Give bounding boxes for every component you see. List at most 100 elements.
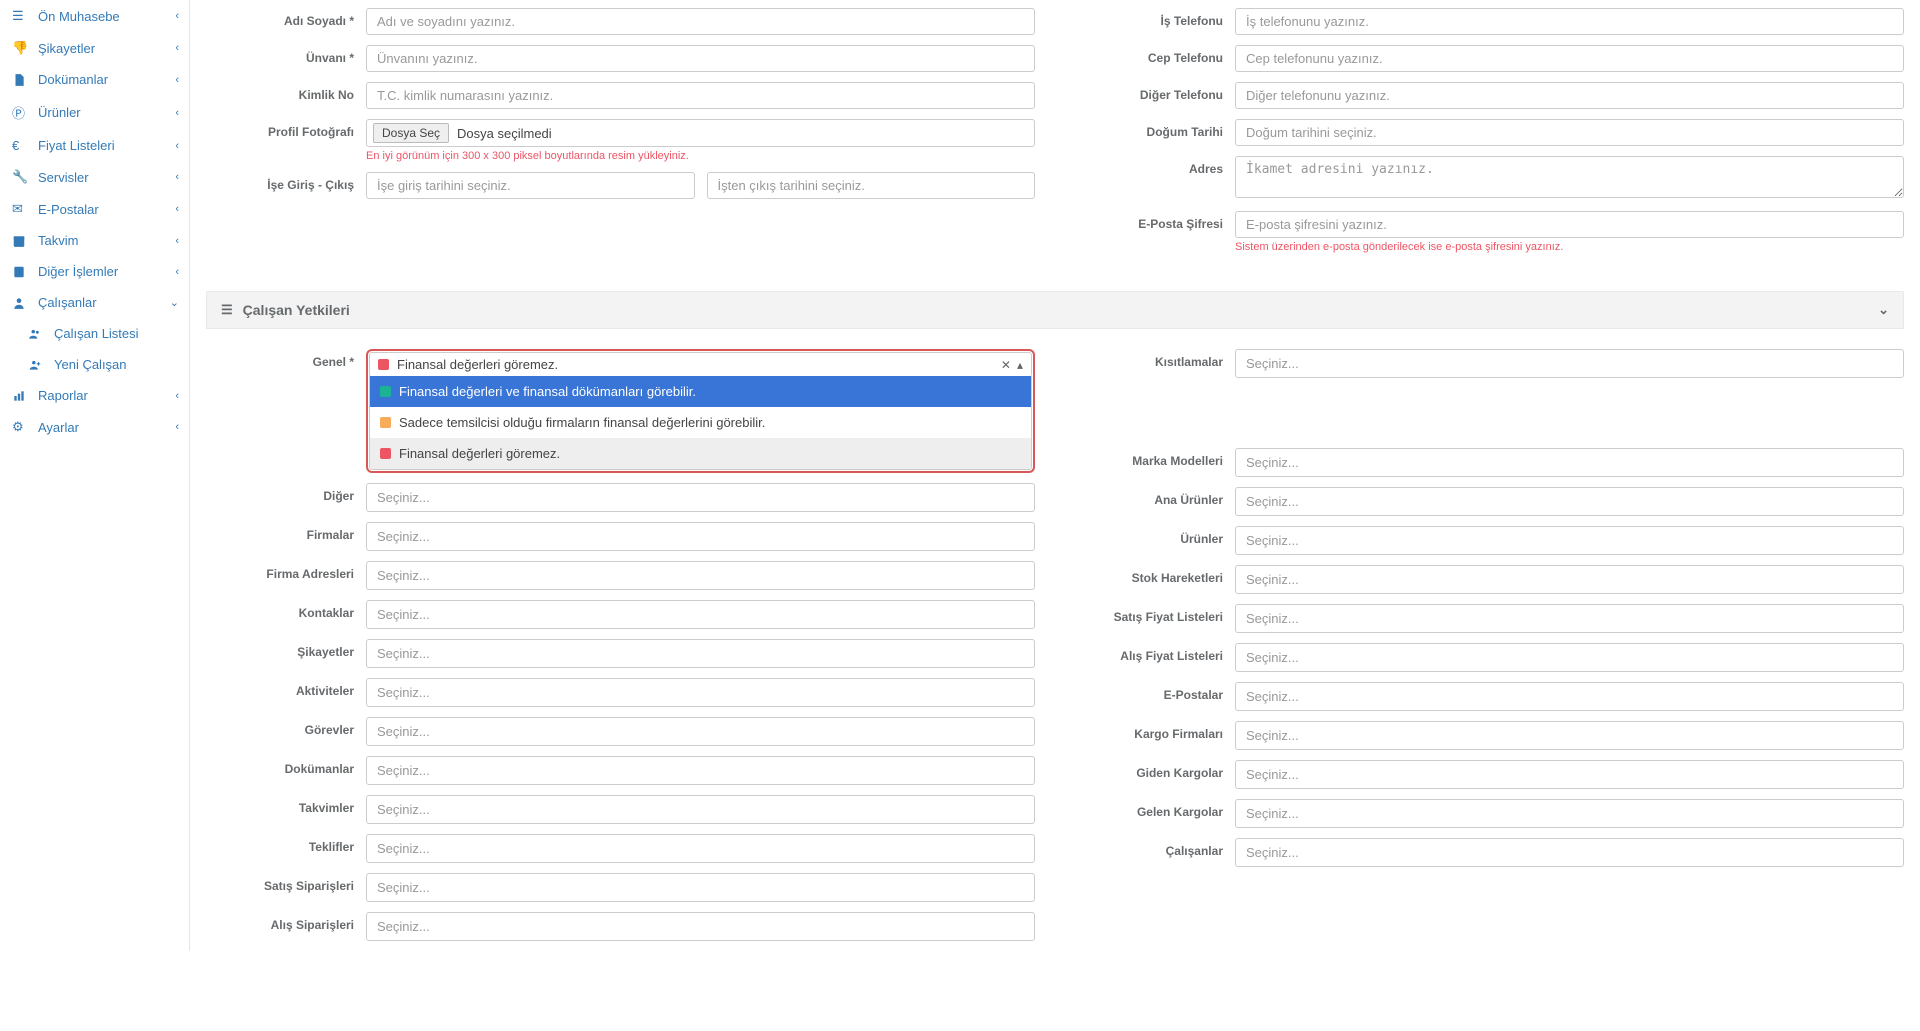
sidebar: ☰Ön Muhasebe‹ 👎Şikayetler‹ Dokümanlar ‹ Ⓟ…: [0, 0, 190, 951]
perm-select[interactable]: Seçiniz...: [1235, 448, 1904, 477]
perm-select[interactable]: Seçiniz...: [366, 600, 1035, 629]
perm-select[interactable]: Seçiniz...: [1235, 487, 1904, 516]
label-other: Diğer Telefonu: [1075, 82, 1235, 102]
input-title[interactable]: [366, 45, 1035, 72]
chevron-left-icon: ‹: [175, 171, 179, 183]
nav-label: Çalışanlar: [38, 295, 97, 310]
chevron-left-icon: ‹: [175, 42, 179, 54]
perm-label: Firmalar: [206, 522, 366, 542]
perm-select[interactable]: Seçiniz...: [366, 756, 1035, 785]
caret-up-icon[interactable]: ▴: [1017, 358, 1023, 372]
label-photo: Profil Fotoğrafı: [206, 119, 366, 139]
nav-diger-islemler[interactable]: Diğer İşlemler ‹: [0, 256, 189, 287]
nav-label: E-Postalar: [38, 202, 99, 217]
status-orange-icon: [380, 417, 391, 428]
input-fullname[interactable]: [366, 8, 1035, 35]
input-date-in[interactable]: [366, 172, 695, 199]
perm-select[interactable]: Seçiniz...: [1235, 721, 1904, 750]
file-choose-button[interactable]: Dosya Seç: [373, 123, 449, 143]
perm-select[interactable]: Seçiniz...: [1235, 682, 1904, 711]
file-status: Dosya seçilmedi: [457, 126, 552, 141]
input-idno[interactable]: [366, 82, 1035, 109]
genel-option-1[interactable]: Finansal değerleri ve finansal dökümanla…: [370, 376, 1031, 407]
perm-label: Alış Fiyat Listeleri: [1075, 643, 1235, 663]
perm-label: Satış Fiyat Listeleri: [1075, 604, 1235, 624]
chevron-left-icon: ‹: [175, 266, 179, 278]
perm-select[interactable]: Seçiniz...: [366, 795, 1035, 824]
genel-selected[interactable]: Finansal değerleri göremez. ✕ ▴: [369, 352, 1032, 377]
input-emailpw[interactable]: [1235, 211, 1904, 238]
perm-label: Aktiviteler: [206, 678, 366, 698]
perm-select[interactable]: Seçiniz...: [1235, 526, 1904, 555]
label-title: Ünvanı *: [206, 45, 366, 65]
file-picker[interactable]: Dosya Seç Dosya seçilmedi: [366, 119, 1035, 147]
label-mobile: Cep Telefonu: [1075, 45, 1235, 65]
nav-dokumanlar[interactable]: Dokümanlar ‹: [0, 64, 189, 95]
option-text: Sadece temsilcisi olduğu firmaların fina…: [399, 415, 765, 430]
chart-icon: [12, 389, 30, 403]
perm-select[interactable]: Seçiniz...: [1235, 565, 1904, 594]
perm-select[interactable]: Seçiniz...: [366, 639, 1035, 668]
perm-select[interactable]: Seçiniz...: [366, 522, 1035, 551]
perm-label: Giden Kargolar: [1075, 760, 1235, 780]
perm-label: E-Postalar: [1075, 682, 1235, 702]
perm-label: Takvimler: [206, 795, 366, 815]
input-birth[interactable]: [1235, 119, 1904, 146]
label-inout: İşe Giriş - Çıkış: [206, 172, 366, 192]
nav-ayarlar[interactable]: ⚙Ayarlar‹: [0, 411, 189, 443]
perm-select[interactable]: Seçiniz...: [366, 561, 1035, 590]
genel-selected-text: Finansal değerleri göremez.: [397, 357, 558, 372]
nav-label: Ayarlar: [38, 420, 79, 435]
nav-label: Ürünler: [38, 105, 81, 120]
perm-select[interactable]: Seçiniz...: [1235, 760, 1904, 789]
perm-select[interactable]: Seçiniz...: [366, 483, 1035, 512]
perm-select[interactable]: Seçiniz...: [1235, 349, 1904, 378]
perm-select[interactable]: Seçiniz...: [1235, 838, 1904, 867]
perm-select[interactable]: Seçiniz...: [366, 678, 1035, 707]
perm-select[interactable]: Seçiniz...: [1235, 604, 1904, 633]
nav-calisanlar[interactable]: Çalışanlar⌄: [0, 287, 189, 318]
chevron-left-icon: ‹: [175, 235, 179, 247]
nav-label: Diğer İşlemler: [38, 264, 118, 279]
perm-select[interactable]: Seçiniz...: [366, 873, 1035, 902]
input-address[interactable]: [1235, 156, 1904, 198]
option-text: Finansal değerleri ve finansal dökümanla…: [399, 384, 696, 399]
perm-label: Stok Hareketleri: [1075, 565, 1235, 585]
nav-urunler[interactable]: ⓅÜrünler‹: [0, 95, 189, 130]
label-genel: Genel *: [206, 349, 366, 369]
perm-select[interactable]: Seçiniz...: [1235, 799, 1904, 828]
input-workphone[interactable]: [1235, 8, 1904, 35]
status-red-icon: [380, 448, 391, 459]
nav-fiyat-listeleri[interactable]: €Fiyat Listeleri‹: [0, 130, 189, 161]
input-mobile[interactable]: [1235, 45, 1904, 72]
chevron-left-icon: ‹: [175, 10, 179, 22]
calendar-icon: [12, 234, 30, 248]
perm-select[interactable]: Seçiniz...: [1235, 643, 1904, 672]
perm-label: Ürünler: [1075, 526, 1235, 546]
nav-takvim[interactable]: Takvim‹: [0, 225, 189, 256]
nav-label: Dokümanlar: [38, 72, 108, 87]
nav-servisler[interactable]: 🔧Servisler‹: [0, 161, 189, 193]
input-date-out[interactable]: [707, 172, 1036, 199]
chevron-left-icon: ‹: [175, 74, 179, 86]
perm-select[interactable]: Seçiniz...: [366, 834, 1035, 863]
nav-raporlar[interactable]: Raporlar‹: [0, 380, 189, 411]
nav-sikayetler[interactable]: 👎Şikayetler‹: [0, 32, 189, 64]
hint-photo: En iyi görünüm için 300 x 300 piksel boy…: [366, 150, 1035, 162]
genel-option-3[interactable]: Finansal değerleri göremez.: [370, 438, 1031, 469]
genel-option-2[interactable]: Sadece temsilcisi olduğu firmaların fina…: [370, 407, 1031, 438]
input-other[interactable]: [1235, 82, 1904, 109]
nav-label: Yeni Çalışan: [54, 357, 127, 372]
panel-title: Çalışan Yetkileri: [243, 302, 350, 318]
genel-dropdown[interactable]: Finansal değerleri göremez. ✕ ▴ Finansal …: [366, 349, 1035, 473]
status-green-icon: [380, 386, 391, 397]
chevron-down-icon[interactable]: ⌄: [1878, 302, 1889, 318]
nav-epostalar[interactable]: ✉E-Postalar‹: [0, 193, 189, 225]
nav-yeni-calisan[interactable]: Yeni Çalışan: [0, 349, 189, 380]
clear-icon[interactable]: ✕: [1001, 358, 1011, 372]
nav-on-muhasebe[interactable]: ☰Ön Muhasebe‹: [0, 0, 189, 32]
perm-select[interactable]: Seçiniz...: [366, 717, 1035, 746]
wrench-icon: 🔧: [12, 169, 30, 185]
nav-calisan-listesi[interactable]: Çalışan Listesi: [0, 318, 189, 349]
perm-select[interactable]: Seçiniz...: [366, 912, 1035, 941]
